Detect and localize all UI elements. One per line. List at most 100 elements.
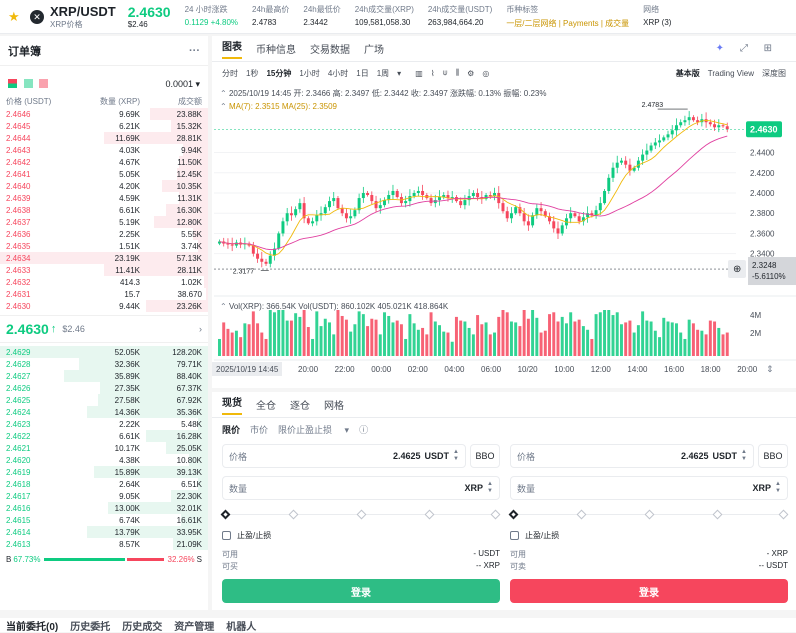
indicator-icon[interactable]: ▥ [415,69,423,78]
ai-sparkle-icon[interactable]: ✦ [716,43,724,54]
tab-spot[interactable]: 现货 [222,394,242,415]
tick-size-select[interactable]: 0.0001 ▾ [165,79,200,90]
sell-price-stepper[interactable]: ▲ ▼ [741,449,747,463]
order-type-market[interactable]: 市价 [250,423,268,436]
sell-tpsl-checkbox[interactable]: 止盈/止损 [510,530,788,541]
layout-grid-icon[interactable]: ⊞ [764,43,772,54]
interval-option[interactable]: 15分钟 [266,68,291,79]
sell-login-button[interactable]: 登录 [510,579,788,603]
orders-tab[interactable]: 历史成交 [122,618,162,633]
order-book-row[interactable]: 2.4631 15.7 38.670 [0,288,208,300]
order-book-row[interactable]: 2.4635 1.51K 3.74K [0,240,208,252]
interval-option[interactable]: 1日 [356,68,368,79]
tab-chart[interactable]: 图表 [222,38,242,59]
buy-price-stepper[interactable]: ▲ ▼ [453,449,459,463]
slider-mark-75[interactable] [424,509,435,520]
interval-option[interactable]: 4小时 [328,68,348,79]
orders-tab[interactable]: 当前委托(0) [6,618,58,633]
tab-trade-data[interactable]: 交易数据 [310,41,350,56]
order-book-row[interactable]: 2.4615 6.74K 16.61K [0,514,208,526]
buy-qty-stepper[interactable]: ▲ ▼ [487,481,493,495]
buy-qty-input[interactable]: 数量 XRP ▲ ▼ [222,476,500,500]
ticker-stat-value[interactable]: 一层/二层网络 | Payments | 成交量 [506,18,629,29]
tab-coin-info[interactable]: 币种信息 [256,41,296,56]
order-book-row[interactable]: 2.4644 11.69K 28.81K [0,132,208,144]
order-book-row[interactable]: 2.4637 5.19K 12.80K [0,216,208,228]
order-book-row[interactable]: 2.4646 9.69K 23.88K [0,108,208,120]
orders-tab[interactable]: 历史委托 [70,618,110,633]
order-book-row[interactable]: 2.4623 2.22K 5.48K [0,418,208,430]
order-book-row[interactable]: 2.4633 11.41K 28.11K [0,264,208,276]
slider-mark-25[interactable] [288,509,299,520]
order-book-row[interactable]: 2.4630 9.44K 23.26K [0,300,208,312]
order-book-row[interactable]: 2.4638 6.61K 16.30K [0,204,208,216]
order-book-row[interactable]: 2.4634 23.19K 57.13K [0,252,208,264]
slider-mark-75[interactable] [712,509,723,520]
interval-dropdown-icon[interactable]: ▾ [397,69,401,78]
checkbox-box[interactable] [222,531,231,540]
slider-mark-100[interactable] [490,509,501,520]
order-book-row[interactable]: 2.4613 8.57K 21.09K [0,538,208,550]
drawing-icon[interactable]: ⌇ [431,69,435,78]
price-chart[interactable]: 2.44002.42002.40002.38002.36002.34002.47… [212,84,796,388]
tab-grid[interactable]: 网格 [324,397,344,412]
order-book-row[interactable]: 2.4614 13.79K 33.95K [0,526,208,538]
favorite-star-icon[interactable]: ★ [8,9,22,24]
interval-option[interactable]: 1周 [377,68,389,79]
reset-icon[interactable]: ◎ [482,69,489,78]
slider-mark-50[interactable] [356,509,367,520]
interval-option[interactable]: 分时 [222,68,238,79]
slider-mark-25[interactable] [576,509,587,520]
sell-qty-input[interactable]: 数量 XRP ▲ ▼ [510,476,788,500]
settings-icon[interactable]: ⚙ [467,69,474,78]
pair-info[interactable]: XRP/USDT XRP价格 [50,4,116,30]
order-book-row[interactable]: 2.4618 2.64K 6.51K [0,478,208,490]
view-depth[interactable]: 深度图 [762,68,786,79]
order-book-row[interactable]: 2.4621 10.17K 25.05K [0,442,208,454]
order-book-row[interactable]: 2.4616 13.00K 32.01K [0,502,208,514]
asks-view-icon[interactable] [39,78,49,88]
tab-cross[interactable]: 全仓 [256,397,276,412]
order-book-row[interactable]: 2.4640 4.20K 10.35K [0,180,208,192]
collapse-vol-icon[interactable]: ⌃ [220,302,227,311]
interval-option[interactable]: 1小时 [299,68,319,79]
order-book-row[interactable]: 2.4641 5.05K 12.45K [0,168,208,180]
sell-amount-slider[interactable] [508,508,789,522]
order-book-row[interactable]: 2.4628 32.36K 79.71K [0,358,208,370]
info-icon[interactable]: ⓘ [359,423,368,436]
add-order-icon[interactable]: ⊕ [733,264,741,275]
tab-square[interactable]: 广场 [364,41,384,56]
order-book-row[interactable]: 2.4636 2.25K 5.55K [0,228,208,240]
order-book-row[interactable]: 2.4626 27.35K 67.37K [0,382,208,394]
order-book-row[interactable]: 2.4643 4.03K 9.94K [0,144,208,156]
bids-view-icon[interactable] [23,78,33,88]
order-book-row[interactable]: 2.4632 414.3 1.02K [0,276,208,288]
order-book-row[interactable]: 2.4639 4.59K 11.31K [0,192,208,204]
expand-icon[interactable]: ⤢ [740,43,748,54]
orders-tab[interactable]: 机器人 [226,618,256,633]
time-range-icon[interactable]: ⇕ [766,365,774,375]
view-tradingview[interactable]: Trading View [708,69,754,78]
slider-handle[interactable] [508,509,519,520]
order-book-row[interactable]: 2.4625 27.58K 67.92K [0,394,208,406]
order-book-row[interactable]: 2.4645 6.21K 15.32K [0,120,208,132]
candle-type-icon[interactable]: ⫼ [455,68,459,78]
order-book-row[interactable]: 2.4622 6.61K 16.28K [0,430,208,442]
interval-option[interactable]: 1秒 [246,68,258,79]
checkbox-box[interactable] [510,531,519,540]
buy-amount-slider[interactable] [220,508,501,522]
compare-icon[interactable]: ⍦ [443,68,448,78]
order-type-stop-limit[interactable]: 限价止盈止损 ▾ [278,423,349,436]
order-book-row[interactable]: 2.4627 35.89K 88.40K [0,370,208,382]
orders-tab[interactable]: 资产管理 [174,618,214,633]
order-book-row[interactable]: 2.4620 4.38K 10.80K [0,454,208,466]
tab-isolated[interactable]: 逐仓 [290,397,310,412]
buy-bbo-button[interactable]: BBO [470,444,500,468]
slider-handle[interactable] [220,509,231,520]
order-book-row[interactable]: 2.4642 4.67K 11.50K [0,156,208,168]
both-sides-view-icon[interactable] [8,78,17,88]
buy-login-button[interactable]: 登录 [222,579,500,603]
order-book-row[interactable]: 2.4624 14.36K 35.36K [0,406,208,418]
view-basic[interactable]: 基本版 [676,68,700,79]
buy-tpsl-checkbox[interactable]: 止盈/止损 [222,530,500,541]
